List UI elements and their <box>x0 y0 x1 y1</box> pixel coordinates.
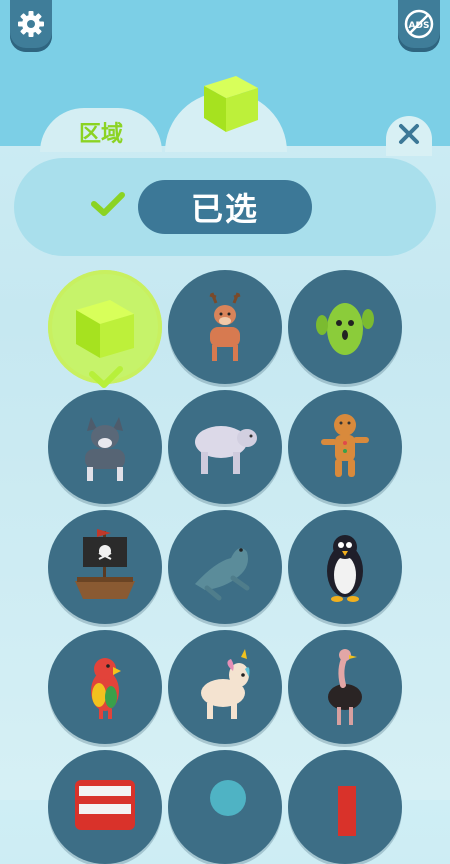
skin-ostrich[interactable] <box>288 630 402 744</box>
skin-ball[interactable] <box>168 750 282 864</box>
skin-polar-bear[interactable] <box>168 390 282 504</box>
skin-gingerbread-man[interactable] <box>288 390 402 504</box>
skin-double-decker-bus[interactable] <box>48 750 162 864</box>
skin-red-block[interactable] <box>288 750 402 864</box>
skin-cactus[interactable] <box>288 270 402 384</box>
skin-deer[interactable] <box>168 270 282 384</box>
skin-parrot[interactable] <box>48 630 162 744</box>
skin-unicorn[interactable] <box>168 630 282 744</box>
skin-wolf[interactable] <box>48 390 162 504</box>
skin-penguin[interactable] <box>288 510 402 624</box>
skin-grid <box>0 0 450 864</box>
skin-seal[interactable] <box>168 510 282 624</box>
skin-pirate-ship[interactable] <box>48 510 162 624</box>
